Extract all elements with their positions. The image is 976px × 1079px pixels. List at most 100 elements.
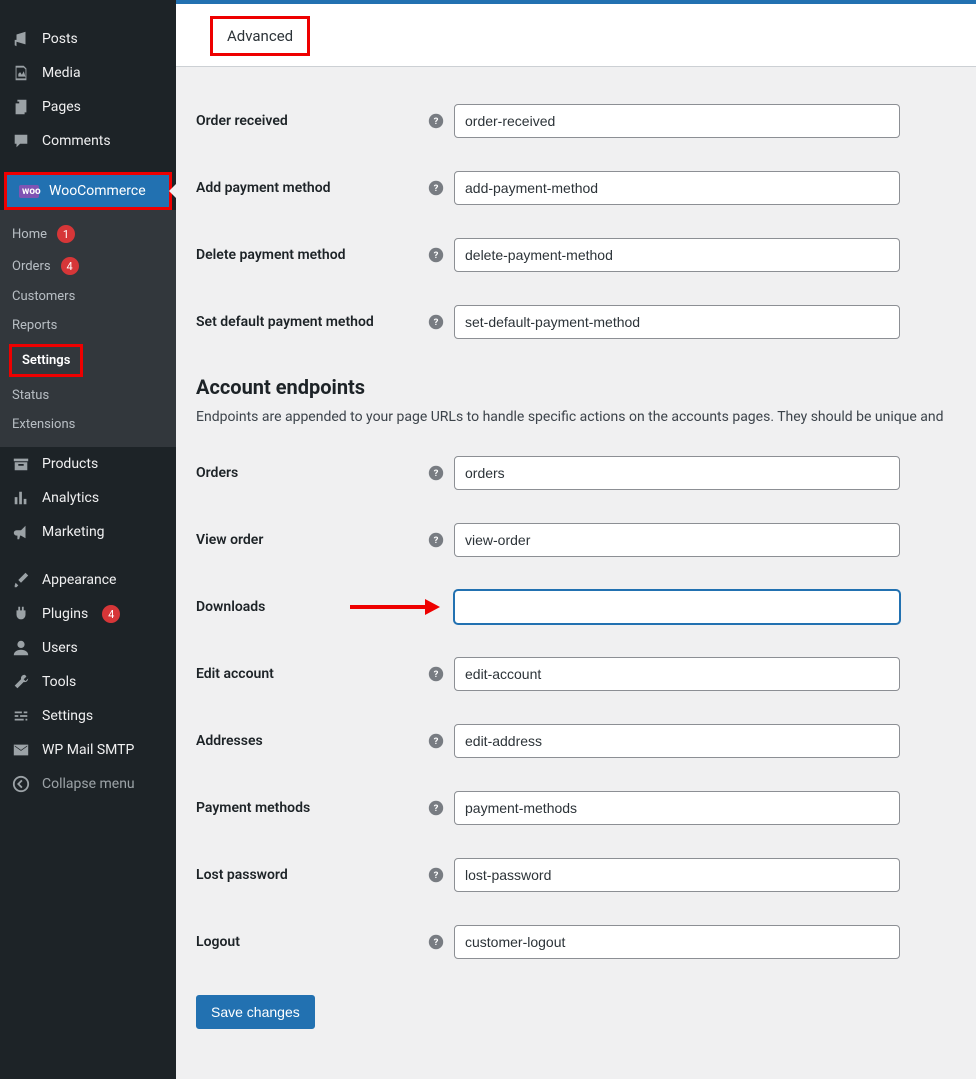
woocommerce-icon: woo: [19, 185, 39, 198]
sidebar-item-woocommerce[interactable]: woo WooCommerce: [7, 175, 169, 207]
help-icon[interactable]: ?: [428, 800, 454, 816]
row-add-payment: Add payment method ?: [196, 154, 956, 221]
sidebar-label: Appearance: [42, 572, 116, 588]
plugins-badge: 4: [102, 605, 120, 623]
sidebar-item-users[interactable]: Users: [0, 631, 176, 665]
checkout-endpoints: Order received ? Add payment method ? De…: [176, 87, 976, 355]
megaphone-icon: [12, 523, 32, 541]
sidebar-label: Plugins: [42, 606, 88, 622]
row-logout: Logout ?: [196, 908, 956, 975]
help-icon[interactable]: ?: [428, 113, 454, 129]
collapse-icon: [12, 775, 32, 793]
sidebar-item-media[interactable]: Media: [0, 56, 176, 90]
sliders-icon: [12, 707, 32, 725]
row-set-default-payment: Set default payment method ?: [196, 288, 956, 355]
input-logout[interactable]: [454, 925, 900, 959]
svg-text:?: ?: [434, 535, 439, 546]
sidebar-collapse[interactable]: Collapse menu: [0, 767, 176, 801]
input-downloads[interactable]: [454, 590, 900, 624]
active-indicator-icon: [169, 183, 177, 199]
sub-item-reports[interactable]: Reports: [0, 311, 176, 340]
help-icon[interactable]: ?: [428, 314, 454, 330]
sidebar-item-plugins[interactable]: Plugins 4: [0, 597, 176, 631]
svg-text:?: ?: [434, 736, 439, 747]
sidebar-item-appearance[interactable]: Appearance: [0, 563, 176, 597]
help-icon[interactable]: ?: [428, 532, 454, 548]
sidebar-item-analytics[interactable]: Analytics: [0, 481, 176, 515]
sidebar-item-settings[interactable]: Settings: [0, 699, 176, 733]
sub-label: Settings: [22, 353, 70, 368]
svg-text:?: ?: [434, 250, 439, 261]
sub-item-customers[interactable]: Customers: [0, 282, 176, 311]
label-payment-methods: Payment methods: [196, 800, 428, 816]
sidebar-label: Analytics: [42, 490, 99, 506]
sidebar-label: Users: [42, 640, 78, 656]
row-delete-payment: Delete payment method ?: [196, 221, 956, 288]
sidebar-item-pages[interactable]: Pages: [0, 90, 176, 124]
help-icon[interactable]: ?: [428, 465, 454, 481]
sidebar-item-wpmailsmtp[interactable]: WP Mail SMTP: [0, 733, 176, 767]
sub-item-home[interactable]: Home 1: [0, 218, 176, 250]
help-icon[interactable]: ?: [428, 867, 454, 883]
content-area: Advanced Order received ? Add payment me…: [176, 0, 976, 1079]
help-icon[interactable]: ?: [428, 733, 454, 749]
sidebar-item-comments[interactable]: Comments: [0, 124, 176, 158]
sidebar-label: Pages: [42, 99, 81, 115]
label-addresses: Addresses: [196, 733, 428, 749]
label-set-default-payment: Set default payment method: [196, 314, 428, 330]
input-edit-account[interactable]: [454, 657, 900, 691]
svg-text:?: ?: [434, 468, 439, 479]
input-view-order[interactable]: [454, 523, 900, 557]
sidebar-label: Settings: [42, 708, 93, 724]
sub-label: Customers: [12, 289, 75, 304]
input-payment-methods[interactable]: [454, 791, 900, 825]
orders-badge: 4: [61, 257, 79, 275]
pin-icon: [12, 30, 32, 48]
input-lost-password[interactable]: [454, 858, 900, 892]
tab-advanced[interactable]: Advanced: [210, 16, 310, 56]
input-addresses[interactable]: [454, 724, 900, 758]
sub-item-status[interactable]: Status: [0, 381, 176, 410]
sub-label: Orders: [12, 259, 51, 274]
row-view-order: View order ?: [196, 506, 956, 573]
user-icon: [12, 639, 32, 657]
input-orders[interactable]: [454, 456, 900, 490]
brush-icon: [12, 571, 32, 589]
account-endpoints: Orders ? View order ? Downloads: [176, 439, 976, 975]
input-delete-payment[interactable]: [454, 238, 900, 272]
help-icon[interactable]: ?: [428, 934, 454, 950]
help-icon[interactable]: ?: [428, 180, 454, 196]
input-order-received[interactable]: [454, 104, 900, 138]
account-endpoints-heading: Account endpoints: [176, 375, 976, 399]
sub-label: Status: [12, 388, 49, 403]
input-set-default-payment[interactable]: [454, 305, 900, 339]
input-add-payment[interactable]: [454, 171, 900, 205]
sidebar-label: Comments: [42, 133, 111, 149]
wrench-icon: [12, 673, 32, 691]
sub-label: Home: [12, 227, 47, 242]
sidebar-item-products[interactable]: Products: [0, 447, 176, 481]
row-orders: Orders ?: [196, 439, 956, 506]
row-edit-account: Edit account ?: [196, 640, 956, 707]
help-icon[interactable]: ?: [428, 666, 454, 682]
home-badge: 1: [57, 225, 75, 243]
woocommerce-submenu: Home 1 Orders 4 Customers Reports Settin…: [0, 210, 176, 447]
sub-item-settings[interactable]: Settings: [0, 340, 176, 381]
label-orders: Orders: [196, 465, 428, 481]
sub-item-extensions[interactable]: Extensions: [0, 410, 176, 439]
sidebar-item-tools[interactable]: Tools: [0, 665, 176, 699]
label-logout: Logout: [196, 934, 428, 950]
sidebar-label: Media: [42, 65, 81, 81]
sidebar-label: WooCommerce: [49, 183, 146, 199]
admin-sidebar: Posts Media Pages Comments woo WooCommer…: [0, 0, 176, 1079]
help-icon[interactable]: ?: [428, 247, 454, 263]
row-payment-methods: Payment methods ?: [196, 774, 956, 841]
sidebar-item-posts[interactable]: Posts: [0, 22, 176, 56]
sub-item-orders[interactable]: Orders 4: [0, 250, 176, 282]
svg-text:?: ?: [434, 803, 439, 814]
sidebar-item-marketing[interactable]: Marketing: [0, 515, 176, 549]
svg-text:?: ?: [434, 937, 439, 948]
chart-icon: [12, 489, 32, 507]
label-edit-account: Edit account: [196, 666, 428, 682]
label-delete-payment: Delete payment method: [196, 247, 428, 263]
